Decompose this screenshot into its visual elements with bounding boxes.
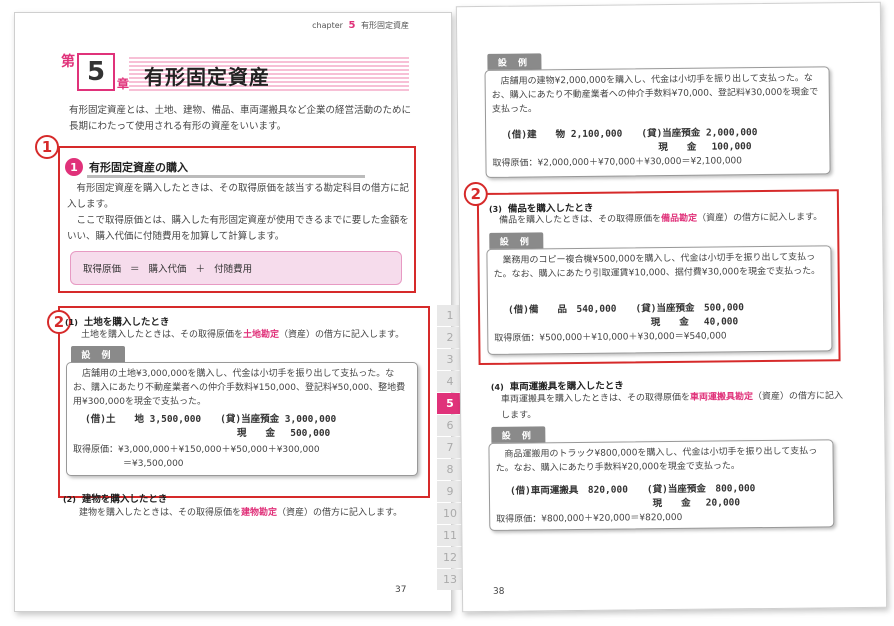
formula-box: 取得原価 ＝ 購入代価 ＋ 付随費用: [70, 251, 402, 285]
account-name: 備品勘定: [661, 213, 698, 225]
account-name: 車両運搬具勘定: [689, 392, 754, 403]
chapter-header: chapter 5 有形固定資産: [312, 20, 409, 31]
section1-paragraph-2: ここで取得原価とは、購入した有形固定資産が使用できるまでに要した金額をいい、購入…: [67, 215, 409, 242]
journal-entry-line-2: 現 金 20,000: [510, 497, 741, 511]
chapter-header-title: 有形固定資産: [361, 21, 409, 30]
side-tab-9[interactable]: 9: [437, 481, 463, 502]
subsection-vehicle-text: 車両運搬具を購入したときは、その取得原価を車両運搬具勘定（資産）の借方に記入しま…: [501, 388, 846, 424]
side-tab-13[interactable]: 13: [437, 569, 463, 590]
subsection-land-heading: (1) 土地を購入したとき: [65, 314, 169, 328]
side-tab-7[interactable]: 7: [437, 437, 463, 458]
journal-entry-line-2: 現 金 40,000: [508, 316, 739, 330]
right-page: 設 例 店舗用の建物¥2,000,000を購入し、代金は小切手を振り出して支払っ…: [455, 1, 888, 613]
calc-line-1: 取得原価：¥3,000,000＋¥150,000＋¥50,000＋¥300,00…: [73, 445, 320, 455]
section1-title: 有形固定資産の購入: [89, 161, 188, 174]
text-pre: 備品を購入したときは、その取得原価を: [499, 214, 662, 226]
title-chapter-number: 5: [77, 53, 115, 91]
calc-line: 取得原価：¥500,000＋¥10,000＋¥30,000＝¥540,000: [494, 331, 727, 344]
side-tab-6[interactable]: 6: [437, 415, 463, 436]
title-sho: 章: [117, 77, 130, 91]
calc-line: 取得原価：¥800,000＋¥20,000＝¥820,000: [496, 512, 683, 525]
journal-entry-line-2: 現 金 500,000: [85, 428, 331, 439]
chapter-title: 有形固定資産: [144, 65, 270, 89]
example-text: 商品運搬用のトラック¥800,000を購入し、代金は小切手を振り出して支払った。…: [495, 446, 818, 474]
calc-line-2: ＝¥3,500,000: [123, 459, 184, 469]
example-text: 業務用のコピー複合機¥500,000を購入し、代金は小切手を振り出して支払った。…: [493, 252, 821, 280]
section1-body: 有形固定資産を購入したときは、その取得原価を該当する勘定科目の借方に記入します。…: [67, 181, 412, 245]
chapter-header-prefix: chapter: [312, 21, 343, 30]
chapter-header-number: 5: [348, 20, 356, 31]
subsection-title: 建物を購入したとき: [81, 494, 168, 505]
subsection-building-text: 建物を購入したときは、その取得原価を建物勘定（資産）の借方に記入します。: [79, 505, 424, 521]
text-post: （資産）の借方に記入します。: [697, 212, 823, 224]
subsection-building-heading: (2) 建物を購入したとき: [63, 491, 167, 505]
section1-paragraph-1: 有形固定資産を購入したときは、その取得原価を該当する勘定科目の借方に記入します。: [67, 183, 410, 210]
calc-line: 取得原価：¥2,000,000＋¥70,000＋¥30,000＝¥2,100,0…: [492, 156, 743, 169]
side-tab-10[interactable]: 10: [437, 503, 463, 524]
example-text: 店舗用の建物¥2,000,000を購入し、代金は小切手を振り出して支払った。なお…: [491, 73, 819, 115]
title-dai: 第: [61, 54, 75, 70]
section1-underline: [87, 175, 365, 178]
section1-number-icon: 1: [65, 158, 83, 176]
text-post: （資産）の借方に記入します。: [277, 508, 403, 518]
example-tab: 設 例: [491, 426, 546, 443]
left-page: chapter 5 有形固定資産 第 5 章 有形固定資産 有形固定資産とは、土…: [14, 12, 463, 612]
journal-entry-line-1: (借)土 地 3,500,000 (貸)当座預金 3,000,000: [85, 414, 337, 425]
example-tab: 設 例: [489, 232, 544, 249]
side-tab-12[interactable]: 12: [437, 547, 463, 568]
journal-entry-line-2: 現 金 100,000: [506, 141, 752, 155]
subsection-land-text: 土地を購入したときは、その取得原価を土地勘定（資産）の借方に記入します。: [81, 327, 421, 343]
subsection-number: (1): [65, 318, 78, 327]
subsection-number: (2): [63, 495, 76, 504]
example-tab: 設 例: [71, 346, 125, 362]
badge-2: 2: [463, 181, 488, 207]
subsection-number: (4): [490, 382, 504, 392]
badge-1: 1: [35, 135, 59, 159]
text-pre: 建物を購入したときは、その取得原価を: [79, 508, 242, 518]
chapter-title-block: 第 5 章 有形固定資産: [59, 49, 409, 93]
intro-paragraph: 有形固定資産とは、土地、建物、備品、車両運搬具など企業の経営活動のために長期にわ…: [69, 105, 412, 132]
page-number: 38: [492, 586, 505, 597]
account-name: 土地勘定: [243, 330, 280, 340]
side-tab-8[interactable]: 8: [437, 459, 463, 480]
example-text: 店舗用の土地¥3,000,000を購入し、代金は小切手を振り出して支払った。なお…: [73, 369, 406, 407]
example-tab: 設 例: [487, 53, 542, 70]
text-pre: 車両運搬具を購入したときは、その取得原価を: [500, 392, 691, 405]
text-post: （資産）の借方に記入します。: [279, 330, 405, 340]
side-tab-11[interactable]: 11: [437, 525, 463, 546]
section1-heading: 1 有形固定資産の購入: [65, 158, 365, 178]
account-name: 建物勘定: [241, 508, 278, 518]
text-pre: 土地を購入したときは、その取得原価を: [81, 330, 244, 340]
page-number: 37: [395, 585, 407, 595]
